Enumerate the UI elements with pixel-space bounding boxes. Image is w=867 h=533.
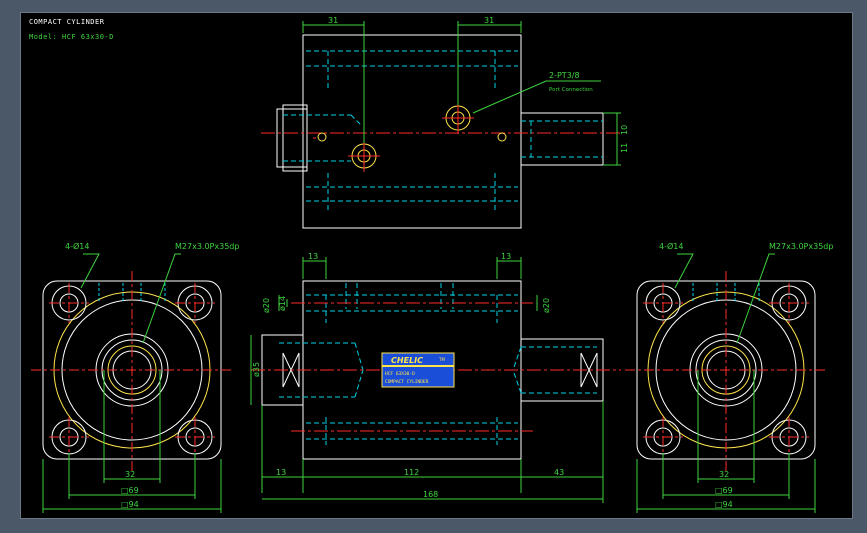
nameplate-model: HCF 63X30-D [385,371,415,377]
front-dim-d20-left: ø20 [262,298,271,313]
nameplate-brand: CHELIC [391,356,423,365]
front-dim-d14: ø14 [278,296,287,311]
front-dim-13-right: 13 [501,252,511,261]
right-side-view: 4-Ø14 M27x3.0Px35dp 32 □69 □94 [625,241,833,513]
dim-top-31-right: 31 [484,16,494,25]
top-view: 2-PT3/8 Port Connection 31 31 10 11 [261,16,629,229]
right-dim-32: 32 [719,470,729,479]
nameplate-tm: TM [438,357,445,362]
right-thread-label: M27x3.0Px35dp [769,242,833,251]
right-holes-label: 4-Ø14 [659,241,683,251]
front-dim-bottom-13: 13 [276,468,286,477]
dim-top-31-left: 31 [328,16,338,25]
cad-drawing: 2-PT3/8 Port Connection 31 31 10 11 4-Ø1… [31,16,833,513]
front-dim-bottom-168: 168 [423,490,438,499]
front-dim-d35: ø35 [252,362,261,377]
port-sublabel: Port Connection [549,87,593,93]
nameplate-desc: COMPACT CYLINDER [385,379,429,385]
front-view: CHELIC TM HCF 63X30-D COMPACT CYLINDER 1… [250,252,621,503]
port-label: 2-PT3/8 [549,71,580,80]
drawing-canvas: COMPACT CYLINDER Model: HCF 63x30-D 2-PT… [20,12,853,519]
left-dim-69: □69 [121,486,139,495]
right-dim-69: □69 [715,486,733,495]
right-dim-94: □94 [715,500,733,509]
left-side-view: 4-Ø14 M27x3.0Px35dp 32 □69 □94 [31,241,239,513]
nameplate: CHELIC TM HCF 63X30-D COMPACT CYLINDER [381,352,455,388]
front-dim-bottom-43: 43 [554,468,564,477]
left-dim-32: 32 [125,470,135,479]
dim-top-11: 11 [620,143,629,153]
dim-top-10: 10 [620,125,629,135]
top-body-outline [302,34,522,229]
front-dim-bottom-112: 112 [404,468,419,477]
left-thread-label: M27x3.0Px35dp [175,242,239,251]
left-holes-label: 4-Ø14 [65,241,89,251]
front-dim-13-left: 13 [308,252,318,261]
left-dim-94: □94 [121,500,139,509]
front-dim-d20-right: ø20 [542,298,551,313]
